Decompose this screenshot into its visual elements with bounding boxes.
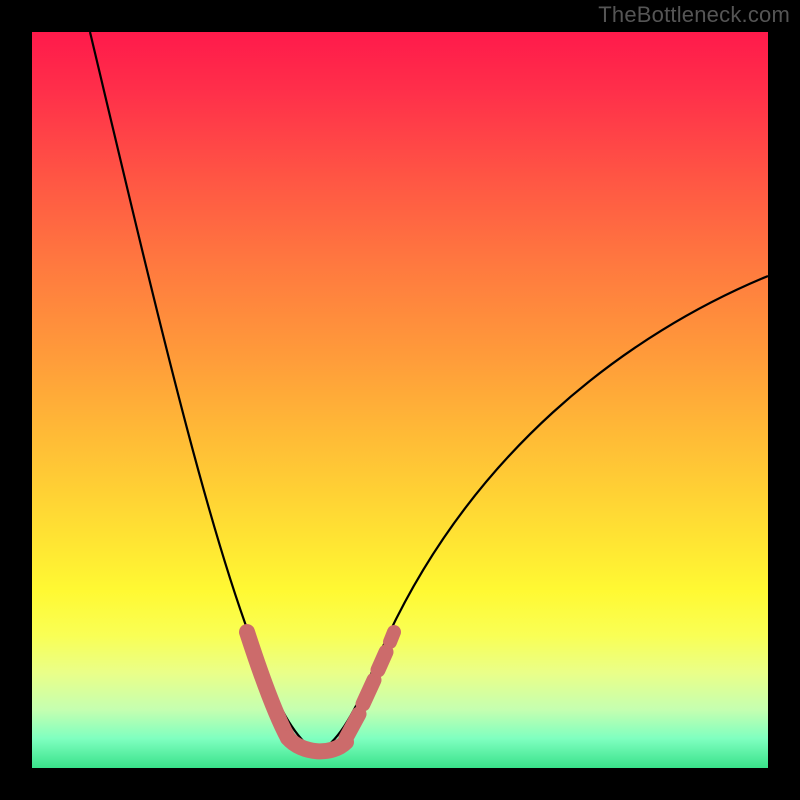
plot-area — [32, 32, 768, 768]
bottleneck-curve — [90, 32, 768, 752]
marker-left-segment — [247, 632, 288, 738]
marker-bottom-segment — [288, 738, 346, 751]
marker-right-dot-2 — [363, 680, 374, 704]
marker-right-dot-4 — [390, 632, 394, 642]
curve-layer — [32, 32, 768, 768]
watermark-text: TheBottleneck.com — [598, 2, 790, 28]
marker-right-dot-1 — [346, 714, 359, 738]
marker-right-dot-3 — [378, 652, 386, 670]
chart-stage: TheBottleneck.com — [0, 0, 800, 800]
